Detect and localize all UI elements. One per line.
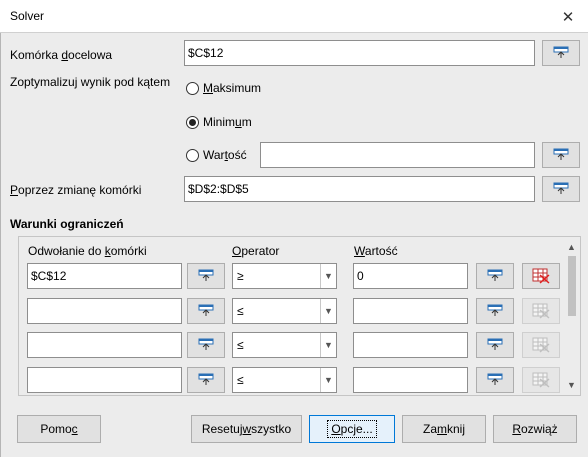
optimize-label: Zoptymalizuj wynik pod kątem <box>10 75 171 89</box>
shrink-icon <box>553 148 569 160</box>
operator-value: ≤ <box>237 373 244 387</box>
constraints-scrollbar[interactable]: ▲ ▼ <box>563 237 580 395</box>
radio-minimum[interactable]: Minimum <box>186 115 252 129</box>
solve-button[interactable]: Rozwiąż <box>493 415 577 443</box>
operator-select[interactable]: ≥ ▼ <box>232 263 337 289</box>
shrink-icon <box>487 269 503 281</box>
target-cell-input[interactable]: $C$12 <box>184 40 535 66</box>
shrink-icon <box>553 182 569 194</box>
ref-shrink-button[interactable] <box>187 263 225 289</box>
title-bar: Solver ✕ <box>0 0 588 33</box>
constraint-value-input[interactable]: 0 <box>353 263 468 289</box>
delete-row-icon <box>532 337 550 353</box>
constraint-row: ≤ ▼ <box>19 367 564 393</box>
window-edge <box>0 33 1 457</box>
radio-indicator <box>186 81 199 95</box>
radio-indicator <box>186 148 199 162</box>
close-button[interactable]: Za m knij <box>402 415 486 443</box>
value-shrink-button[interactable] <box>476 367 514 393</box>
changing-cells-input[interactable]: $D$2:$D$5 <box>184 176 535 202</box>
operator-select[interactable]: ≤ ▼ <box>232 298 337 324</box>
constraint-ref-input[interactable] <box>27 298 182 324</box>
shrink-icon <box>487 373 503 385</box>
options-label: Opcje... <box>327 420 377 438</box>
changing-cells-shrink-button[interactable] <box>542 176 580 202</box>
radio-minimum-label: Minimum <box>203 115 252 129</box>
value-shrink-button[interactable] <box>542 142 580 168</box>
shrink-icon <box>553 46 569 58</box>
value-shrink-button[interactable] <box>476 298 514 324</box>
constraint-value-input[interactable] <box>353 332 468 358</box>
constraint-value-input[interactable] <box>353 298 468 324</box>
reset-all-button[interactable]: Resetuj w szystko <box>191 415 302 443</box>
delete-row-icon <box>532 372 550 388</box>
operator-value: ≤ <box>237 338 244 352</box>
ref-shrink-button[interactable] <box>187 367 225 393</box>
help-button[interactable]: Pomo c <box>17 415 101 443</box>
operator-select[interactable]: ≤ ▼ <box>232 367 337 393</box>
close-window-button[interactable]: ✕ <box>548 0 588 33</box>
constraints-title: Warunki ograniczeń <box>10 217 124 231</box>
value-input[interactable] <box>260 142 535 168</box>
shrink-icon <box>487 304 503 316</box>
constraint-ref-input[interactable]: $C$12 <box>27 263 182 289</box>
shrink-icon <box>487 338 503 350</box>
operator-value: ≥ <box>237 269 244 283</box>
constraint-row: ≤ ▼ <box>19 332 564 358</box>
ref-shrink-button[interactable] <box>187 298 225 324</box>
chevron-down-icon: ▼ <box>320 299 336 323</box>
col-header-operator: Operator <box>232 244 280 258</box>
target-cell-shrink-button[interactable] <box>542 40 580 66</box>
delete-row-button[interactable] <box>522 367 560 393</box>
scroll-down-icon[interactable]: ▼ <box>563 377 580 393</box>
chevron-down-icon: ▼ <box>320 264 336 288</box>
value-shrink-button[interactable] <box>476 263 514 289</box>
constraint-row: ≤ ▼ <box>19 298 564 324</box>
delete-row-button[interactable] <box>522 263 560 289</box>
operator-select[interactable]: ≤ ▼ <box>232 332 337 358</box>
shrink-icon <box>198 338 214 350</box>
constraint-row: $C$12 ≥ ▼ 0 <box>19 263 564 289</box>
constraint-value-input[interactable] <box>353 367 468 393</box>
target-cell-label: Komórka docelowa <box>10 48 113 62</box>
radio-indicator <box>186 115 199 129</box>
radio-value-label: Wartość <box>203 148 247 162</box>
constraint-ref-input[interactable] <box>27 367 182 393</box>
scroll-thumb[interactable] <box>568 256 576 316</box>
radio-value[interactable]: Wartość <box>186 148 247 162</box>
constraints-panel: Odwołanie do komórki Operator Wartość $C… <box>18 236 581 396</box>
scroll-up-icon[interactable]: ▲ <box>563 239 580 255</box>
shrink-icon <box>198 269 214 281</box>
shrink-icon <box>198 304 214 316</box>
operator-value: ≤ <box>237 304 244 318</box>
delete-row-icon <box>532 268 550 284</box>
changing-cells-label: Poprzez zmianę komórki <box>10 183 142 197</box>
shrink-icon <box>198 373 214 385</box>
value-shrink-button[interactable] <box>476 332 514 358</box>
chevron-down-icon: ▼ <box>320 333 336 357</box>
delete-row-button[interactable] <box>522 332 560 358</box>
delete-row-button[interactable] <box>522 298 560 324</box>
constraint-ref-input[interactable] <box>27 332 182 358</box>
col-header-value: Wartość <box>354 244 398 258</box>
radio-maximum-label: Maksimum <box>203 81 262 95</box>
window-title: Solver <box>10 9 45 23</box>
col-header-ref: Odwołanie do komórki <box>28 244 147 258</box>
chevron-down-icon: ▼ <box>320 368 336 392</box>
options-button[interactable]: Opcje... <box>309 415 395 443</box>
delete-row-icon <box>532 303 550 319</box>
radio-maximum[interactable]: Maksimum <box>186 81 261 95</box>
ref-shrink-button[interactable] <box>187 332 225 358</box>
close-icon: ✕ <box>561 8 575 26</box>
